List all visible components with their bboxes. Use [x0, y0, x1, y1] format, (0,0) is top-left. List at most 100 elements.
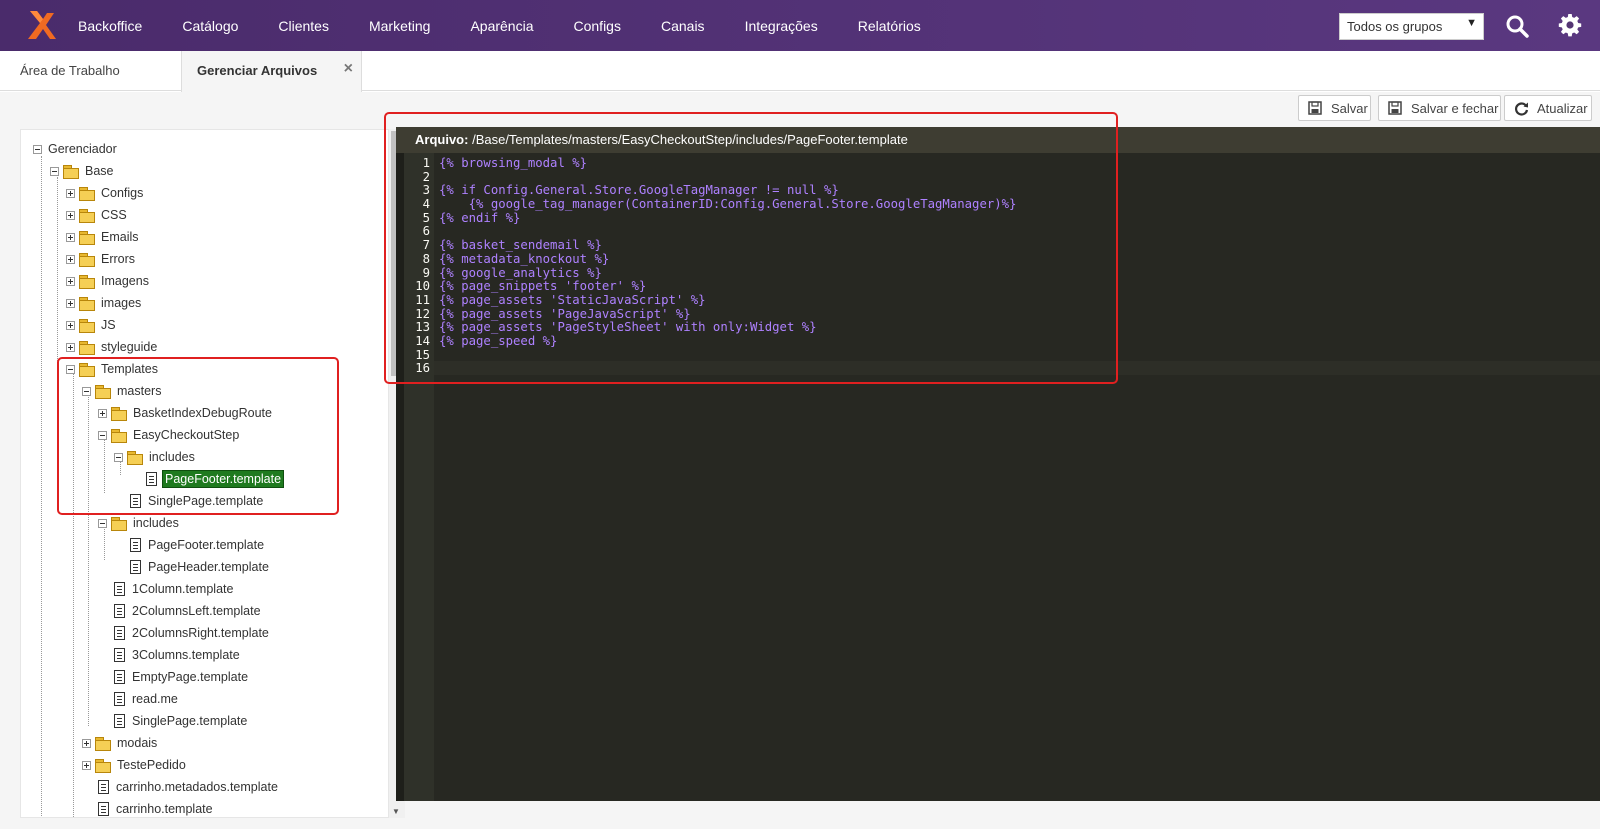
tree-node-masters[interactable]: masters — [82, 381, 163, 401]
tree-node-folder[interactable]: JS — [66, 315, 118, 335]
code-line[interactable]: 14 {% page_speed %} — [404, 333, 1594, 349]
expand-icon[interactable] — [66, 188, 75, 198]
collapse-icon[interactable] — [98, 430, 107, 440]
code-line[interactable]: 15 — [404, 348, 1594, 363]
code-line[interactable]: 8 {% metadata_knockout %} — [404, 252, 1594, 267]
nav-configs[interactable]: Configs — [574, 18, 621, 34]
refresh-button[interactable]: Atualizar — [1504, 95, 1592, 121]
code-line[interactable]: 3 {% if Config.General.Store.GoogleTagMan… — [404, 184, 1594, 198]
tab-area-de-trabalho[interactable]: Área de Trabalho — [20, 51, 120, 91]
panel-splitter[interactable] — [396, 153, 404, 801]
scroll-down-icon[interactable]: ▼ — [392, 807, 400, 816]
expand-icon[interactable] — [66, 254, 75, 264]
top-navigation-bar: Backoffice Catálogo Clientes Marketing A… — [0, 0, 1600, 51]
expand-icon[interactable] — [82, 738, 91, 748]
tree-node-file[interactable]: carrinho.template — [98, 799, 215, 817]
code-line[interactable]: 11 {% page_assets 'StaticJavaScript' %} — [404, 293, 1594, 308]
expand-icon[interactable] — [66, 342, 75, 352]
tree-node-folder[interactable]: Errors — [66, 249, 137, 269]
tree-node-templates[interactable]: Templates — [66, 359, 160, 379]
tree-node-label: styleguide — [101, 340, 158, 354]
tree-node-file[interactable]: carrinho.metadados.template — [98, 777, 280, 797]
expand-icon[interactable] — [66, 276, 75, 286]
tree-node-root[interactable]: Gerenciador — [33, 139, 119, 159]
tree-node-modais[interactable]: modais — [82, 733, 159, 753]
tree-node-includes[interactable]: includes — [98, 513, 181, 533]
code-line[interactable]: 10 {% page_snippets 'footer' %} — [404, 279, 1594, 294]
tab-gerenciar-arquivos[interactable]: Gerenciar Arquivos × — [181, 51, 362, 92]
code-line[interactable]: 6 — [404, 225, 1594, 239]
code-line[interactable]: 4 {% google_tag_manager(ContainerID:Conf… — [404, 197, 1594, 212]
nav-backoffice[interactable]: Backoffice — [78, 18, 142, 34]
brand-logo-icon[interactable] — [26, 9, 56, 41]
code-line[interactable]: 7 {% basket_sendemail %} — [404, 238, 1594, 253]
tree-node-label: carrinho.template — [116, 802, 213, 816]
tree-node-label: 1Column.template — [132, 582, 234, 596]
code-content[interactable]: 1 {% browsing_modal %} 2 3 {% if Config.Gene… — [404, 156, 1594, 376]
code-line[interactable]: 13 {% page_assets 'PageStyleSheet' with o… — [404, 321, 1594, 335]
tree-node-label: images — [101, 296, 142, 310]
tree-node-easy-checkout[interactable]: EasyCheckoutStep — [98, 425, 241, 445]
tree-node-base[interactable]: Base — [50, 161, 116, 181]
tree-node-file[interactable]: 3Columns.template — [114, 645, 242, 665]
tree-node-file[interactable]: read.me — [114, 689, 180, 709]
expand-icon[interactable] — [98, 408, 107, 418]
folder-icon — [79, 362, 95, 377]
tree-node-folder[interactable]: Configs — [66, 183, 145, 203]
search-icon[interactable] — [1505, 14, 1529, 38]
code-line[interactable]: 5 {% endif %} — [404, 210, 1594, 226]
tree-node-file[interactable]: SinglePage.template — [130, 491, 265, 511]
code-line[interactable]: 12 {% page_assets 'PageJavaScript' %} — [404, 307, 1594, 322]
tree-node-file[interactable]: SinglePage.template — [114, 711, 249, 731]
tree-node-label: SinglePage.template — [132, 714, 248, 728]
tree-node-teste-pedido[interactable]: TestePedido — [82, 755, 188, 775]
tree-node-ec-includes[interactable]: includes — [114, 447, 197, 467]
tree-node-folder[interactable]: Imagens — [66, 271, 151, 291]
nav-aparencia[interactable]: Aparência — [470, 18, 533, 34]
collapse-icon[interactable] — [114, 452, 123, 462]
nav-marketing[interactable]: Marketing — [369, 18, 430, 34]
code-text: {% endif %} — [439, 210, 521, 225]
expand-icon[interactable] — [66, 298, 75, 308]
tree-node-file[interactable]: PageHeader.template — [130, 557, 271, 577]
code-line[interactable]: 1 {% browsing_modal %} — [404, 156, 1594, 171]
expand-icon[interactable] — [66, 320, 75, 330]
expand-icon[interactable] — [82, 760, 91, 770]
nav-integracoes[interactable]: Integrações — [745, 18, 818, 34]
tree-node-label: masters — [117, 384, 162, 398]
close-icon[interactable]: × — [344, 60, 353, 78]
tree-node-basket-debug[interactable]: BasketIndexDebugRoute — [98, 403, 274, 423]
code-editor[interactable]: Arquivo: /Base/Templates/masters/EasyChe… — [396, 127, 1600, 801]
tree-guide — [41, 156, 42, 817]
line-number: 14 — [415, 333, 430, 348]
save-button[interactable]: Salvar — [1298, 95, 1371, 121]
nav-clientes[interactable]: Clientes — [278, 18, 329, 34]
tree-node-file[interactable]: 1Column.template — [114, 579, 235, 599]
gear-icon[interactable] — [1558, 13, 1582, 37]
tree-node-folder[interactable]: CSS — [66, 205, 129, 225]
tree-node-file[interactable]: EmptyPage.template — [114, 667, 250, 687]
tree-node-file[interactable]: PageFooter.template — [130, 535, 266, 555]
nav-canais[interactable]: Canais — [661, 18, 705, 34]
code-line[interactable]: 16 — [404, 362, 1594, 376]
collapse-icon[interactable] — [98, 518, 107, 528]
save-and-close-button[interactable]: Salvar e fechar — [1378, 95, 1501, 121]
tree-node-folder[interactable]: Emails — [66, 227, 141, 247]
collapse-icon[interactable] — [50, 166, 59, 176]
group-select[interactable]: Todos os grupos ▼ — [1339, 13, 1484, 40]
tree-node-folder[interactable]: images — [66, 293, 143, 313]
collapse-icon[interactable] — [33, 144, 42, 154]
tree-node-folder[interactable]: styleguide — [66, 337, 159, 357]
code-line[interactable]: 2 — [404, 170, 1594, 185]
collapse-icon[interactable] — [66, 364, 75, 374]
nav-catalogo[interactable]: Catálogo — [182, 18, 238, 34]
code-line[interactable]: 9 {% google_analytics %} — [404, 266, 1594, 281]
tree-node-file[interactable]: 2ColumnsRight.template — [114, 623, 271, 643]
tree-node-selected-file[interactable]: PageFooter.template — [146, 469, 285, 489]
expand-icon[interactable] — [66, 232, 75, 242]
nav-relatorios[interactable]: Relatórios — [858, 18, 921, 34]
expand-icon[interactable] — [66, 210, 75, 220]
collapse-icon[interactable] — [82, 386, 91, 396]
tree-node-file[interactable]: 2ColumnsLeft.template — [114, 601, 263, 621]
